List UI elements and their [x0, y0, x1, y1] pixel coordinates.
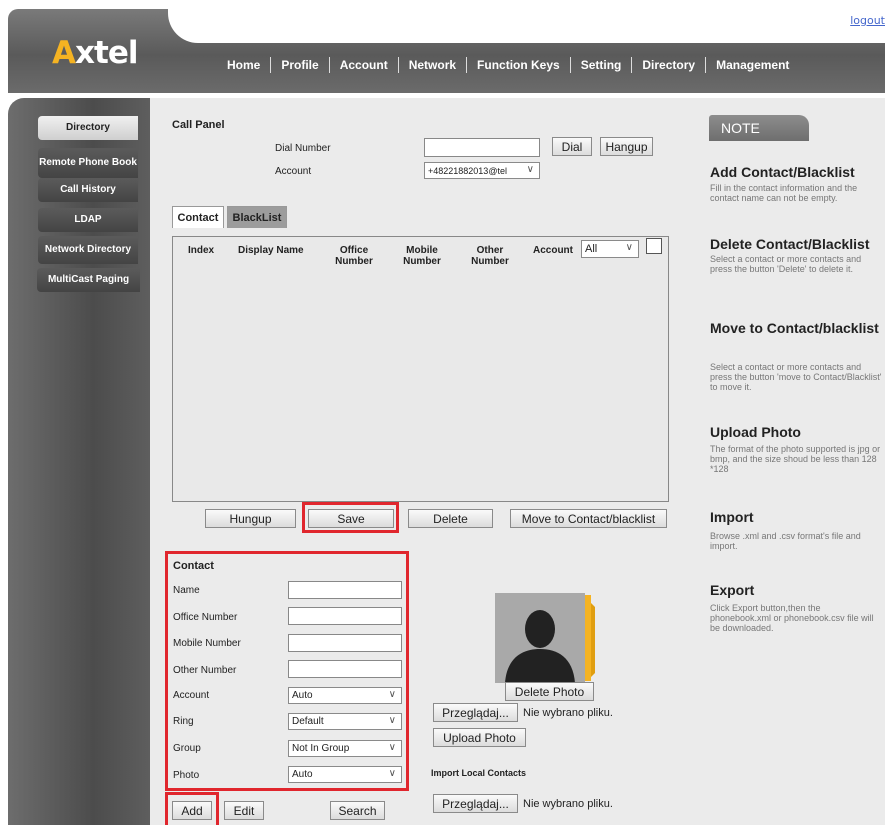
col-index: Index [188, 245, 215, 256]
note-add-text: Fill in the contact information and the … [710, 183, 858, 203]
note-move-title: Move to Contact/blacklist [710, 320, 879, 336]
hangup-call-button[interactable]: Hangup [600, 137, 653, 156]
col-display-name: Display Name [238, 245, 304, 256]
note-import-text: Browse .xml and .csv format's file and i… [710, 531, 861, 551]
import-browse-button[interactable]: Przeglądaj... [433, 794, 518, 813]
nav-directory[interactable]: Directory [632, 58, 705, 72]
note-delete-text: Select a contact or more contacts and pr… [710, 254, 862, 274]
col-other-number: Other Number [471, 245, 509, 267]
contact-table [172, 236, 669, 502]
note-import-title: Import [710, 509, 754, 525]
main-nav: Home Profile Account Network Function Ke… [217, 56, 799, 74]
logout-link[interactable]: logout [850, 14, 885, 27]
col-office-number: Office Number [335, 245, 373, 267]
nav-management[interactable]: Management [706, 58, 799, 72]
select-all-checkbox[interactable] [646, 238, 662, 254]
note-upload-title: Upload Photo [710, 424, 801, 440]
note-upload-text: The format of the photo supported is jpg… [710, 444, 881, 474]
upload-photo-button[interactable]: Upload Photo [433, 728, 526, 747]
nav-setting[interactable]: Setting [571, 58, 632, 72]
tab-blacklist[interactable]: BlackList [227, 206, 287, 228]
delete-button[interactable]: Delete [408, 509, 493, 528]
nav-network[interactable]: Network [399, 58, 466, 72]
photo-no-file-text: Nie wybrano pliku. [523, 707, 613, 719]
dial-number-input[interactable] [424, 138, 540, 157]
nav-home[interactable]: Home [217, 58, 270, 72]
col-account: Account [533, 245, 573, 256]
note-delete-title: Delete Contact/Blacklist [710, 236, 870, 252]
sidebar-item-directory[interactable]: Directory [38, 116, 138, 140]
dial-button[interactable]: Dial [552, 137, 592, 156]
sidebar-item-call-history[interactable]: Call History [38, 178, 138, 202]
note-export-title: Export [710, 582, 755, 598]
note-tab: NOTE [709, 115, 809, 141]
sidebar-item-multicast-paging[interactable]: MultiCast Paging [37, 268, 140, 292]
edit-button[interactable]: Edit [224, 801, 264, 820]
contact-photo-avatar [495, 593, 595, 683]
import-local-contacts-title: Import Local Contacts [431, 768, 527, 778]
hungup-button[interactable]: Hungup [205, 509, 296, 528]
nav-function-keys[interactable]: Function Keys [467, 58, 570, 72]
delete-photo-button[interactable]: Delete Photo [505, 682, 594, 701]
page: Axtel logout Home Profile Account Networ… [0, 0, 885, 825]
nav-account[interactable]: Account [330, 58, 398, 72]
add-highlight [165, 792, 219, 825]
sidebar-item-network-directory[interactable]: Network Directory [38, 236, 138, 264]
sidebar-item-remote-phone-book[interactable]: Remote Phone Book [38, 148, 138, 178]
contact-form-highlight [165, 551, 409, 791]
account-label: Account [275, 166, 312, 177]
save-highlight [302, 502, 399, 533]
import-no-file-text: Nie wybrano pliku. [523, 798, 613, 810]
call-account-select[interactable]: +48221882013@tel ∨ [424, 162, 540, 179]
move-to-contact-blacklist-button[interactable]: Move to Contact/blacklist [510, 509, 667, 528]
account-filter-select[interactable]: All ∨ [581, 240, 639, 258]
dial-number-label: Dial Number [275, 143, 331, 154]
note-add-title: Add Contact/Blacklist [710, 164, 855, 180]
chevron-down-icon: ∨ [625, 242, 633, 253]
note-move-text: Select a contact or more contacts and pr… [710, 362, 882, 392]
axtel-logo: Axtel [52, 35, 138, 71]
col-mobile-number: Mobile Number [403, 245, 441, 267]
sidebar-item-ldap[interactable]: LDAP [38, 208, 138, 232]
search-button[interactable]: Search [330, 801, 385, 820]
chevron-down-icon: ∨ [526, 164, 534, 175]
browse-photo-button[interactable]: Przeglądaj... [433, 703, 518, 722]
top-header: Axtel logout Home Profile Account Networ… [8, 9, 885, 93]
tab-contact[interactable]: Contact [172, 206, 224, 228]
nav-profile[interactable]: Profile [271, 58, 328, 72]
call-panel-title: Call Panel [172, 119, 225, 131]
note-export-text: Click Export button,then the phonebook.x… [710, 603, 874, 633]
